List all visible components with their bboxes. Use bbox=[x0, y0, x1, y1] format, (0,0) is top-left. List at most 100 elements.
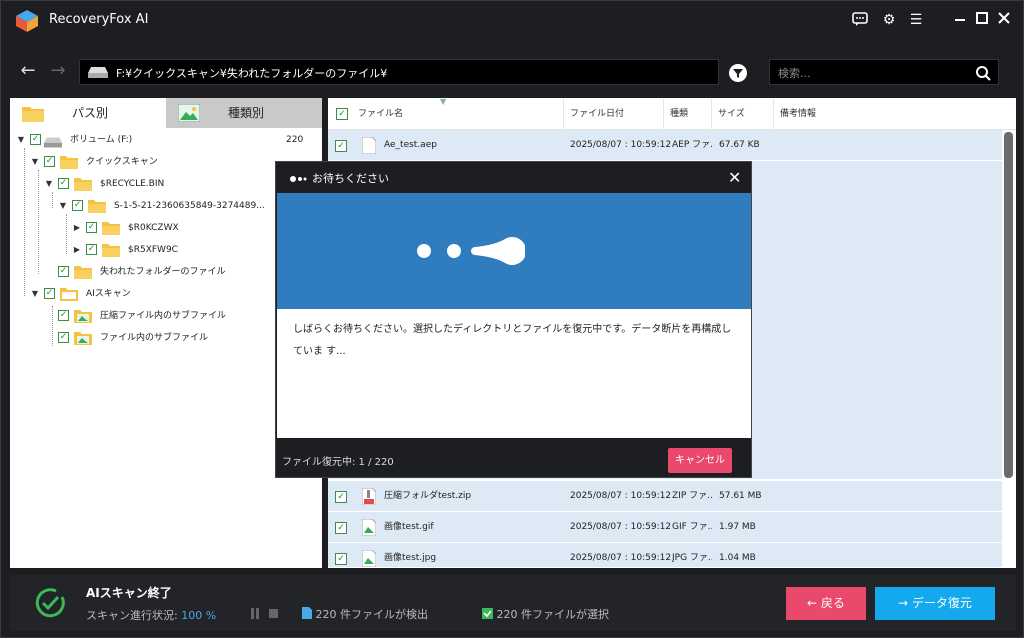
folder-icon bbox=[22, 107, 44, 122]
checkbox[interactable]: ✓ bbox=[44, 156, 55, 167]
row-checkbox[interactable]: ✓ bbox=[335, 522, 347, 534]
pause-icon[interactable] bbox=[250, 608, 260, 619]
gear-icon[interactable]: ⚙ bbox=[880, 11, 898, 29]
folder-icon bbox=[88, 200, 106, 213]
file-size: 1.04 MB bbox=[719, 553, 756, 563]
file-name: 画像test.jpg bbox=[384, 553, 437, 563]
search-icon[interactable] bbox=[974, 64, 992, 82]
nav-bar: ← → F:¥クイックスキャン¥失われたフォルダーのファイル¥ bbox=[1, 53, 1023, 93]
checkbox[interactable]: ✓ bbox=[58, 332, 69, 343]
caret-down-icon[interactable]: ▼ bbox=[44, 174, 54, 194]
checkbox[interactable]: ✓ bbox=[44, 288, 55, 299]
caret-down-icon[interactable]: ▼ bbox=[30, 284, 40, 304]
row-checkbox[interactable]: ✓ bbox=[335, 553, 347, 565]
dialog-close-icon[interactable]: ✕ bbox=[728, 168, 741, 187]
path-box[interactable]: F:¥クイックスキャン¥失われたフォルダーのファイル¥ bbox=[79, 59, 719, 85]
stop-icon[interactable] bbox=[269, 609, 278, 618]
tab-by-path[interactable]: パス別 bbox=[10, 98, 166, 128]
minimize-icon[interactable] bbox=[951, 11, 969, 29]
checkbox[interactable]: ✓ bbox=[72, 200, 83, 211]
select-all-checkbox[interactable]: ✓ bbox=[336, 108, 348, 120]
close-icon[interactable] bbox=[995, 11, 1013, 29]
app-window: RecoveryFox AI ⚙ ☰ ← → F:¥クイックスキャン¥失われたフ… bbox=[0, 0, 1024, 638]
restore-dialog: お待ちください ✕ しばらくお待ちください。選択したディレクトリとファイルを復元… bbox=[275, 161, 752, 478]
tree-label: AIスキャン bbox=[86, 289, 131, 299]
column-header-size[interactable]: サイズ bbox=[712, 98, 774, 130]
tree-label: $RECYCLE.BIN bbox=[100, 179, 165, 189]
file-date: 2025/08/07 : 10:59:12 bbox=[570, 553, 672, 563]
tree-count: 220 bbox=[286, 135, 304, 145]
filter-icon[interactable] bbox=[729, 64, 747, 82]
tree-label: 圧縮ファイル内のサブファイル bbox=[100, 311, 227, 321]
checkbox[interactable]: ✓ bbox=[58, 178, 69, 189]
table-row[interactable]: ✓ 圧縮フォルダtest.zip 2025/08/07 : 10:59:12 Z… bbox=[328, 481, 1002, 512]
file-size: 57.61 MB bbox=[719, 491, 762, 501]
search-input[interactable] bbox=[778, 64, 968, 82]
checkbox[interactable]: ✓ bbox=[58, 310, 69, 321]
table-row[interactable]: ✓ 画像test.jpg 2025/08/07 : 10:59:12 JPG フ… bbox=[328, 543, 1002, 568]
folder-icon bbox=[102, 222, 120, 235]
drive-icon bbox=[88, 67, 108, 78]
tree-label: ファイル内のサブファイル bbox=[100, 333, 209, 343]
arrow-left-icon: ← bbox=[807, 596, 821, 610]
column-header-date[interactable]: ファイル日付 bbox=[564, 98, 664, 130]
image-folder-icon bbox=[74, 332, 92, 345]
file-name: 圧縮フォルダtest.zip bbox=[384, 491, 472, 501]
cancel-button[interactable]: キャンセル bbox=[668, 448, 732, 473]
file-size: 1.97 MB bbox=[719, 522, 756, 532]
checkbox[interactable]: ✓ bbox=[86, 244, 97, 255]
folder-icon bbox=[74, 266, 92, 279]
tree-label: ボリューム (F:) bbox=[70, 135, 133, 145]
column-header-name[interactable]: ファイル名 bbox=[352, 98, 564, 130]
file-date: 2025/08/07 : 10:59:12 bbox=[570, 522, 672, 532]
folder-icon bbox=[60, 156, 78, 169]
caret-right-icon[interactable]: ▶ bbox=[72, 240, 82, 260]
tree-label: $R0KCZWX bbox=[128, 223, 179, 233]
tree-label: クイックスキャン bbox=[86, 157, 158, 167]
loading-dots-icon bbox=[290, 176, 307, 182]
table-row[interactable]: ✓ Ae_test.aep 2025/08/07 : 10:59:12 AEP … bbox=[328, 130, 1002, 161]
tab-by-type-label: 種類別 bbox=[228, 106, 265, 120]
back-button-label: 戻る bbox=[820, 596, 845, 610]
files-found-text: 220 件ファイルが検出 bbox=[315, 608, 429, 621]
caret-down-icon[interactable]: ▼ bbox=[16, 130, 26, 150]
file-size: 67.67 KB bbox=[719, 140, 760, 150]
file-type: AEP ファ... bbox=[672, 140, 712, 150]
feedback-icon[interactable] bbox=[851, 11, 869, 29]
scan-progress-percent: 100 % bbox=[181, 609, 217, 622]
status-bar: AIスキャン終了 スキャン進行状況: 100 % 220 件ファイルが検出 22… bbox=[10, 575, 1016, 631]
table-row[interactable]: ✓ 画像test.gif 2025/08/07 : 10:59:12 GIF フ… bbox=[328, 512, 1002, 543]
scan-done-label: AIスキャン終了 bbox=[86, 586, 172, 600]
column-header-type[interactable]: 種類 bbox=[664, 98, 712, 130]
column-header-notes[interactable]: 備考情報 bbox=[774, 98, 1002, 130]
menu-icon[interactable]: ☰ bbox=[907, 11, 925, 29]
scrollbar[interactable] bbox=[1004, 132, 1013, 478]
check-circle-icon bbox=[35, 588, 65, 618]
caret-down-icon[interactable]: ▼ bbox=[30, 152, 40, 172]
checkbox[interactable]: ✓ bbox=[58, 266, 69, 277]
maximize-icon[interactable] bbox=[973, 11, 991, 29]
file-type: ZIP ファ... bbox=[672, 491, 712, 501]
caret-down-icon[interactable]: ▼ bbox=[58, 196, 68, 216]
forward-arrow-icon[interactable]: → bbox=[47, 59, 69, 83]
row-checkbox[interactable]: ✓ bbox=[335, 140, 347, 152]
back-button[interactable]: ← 戻る bbox=[786, 587, 866, 620]
folder-icon bbox=[74, 178, 92, 191]
file-date: 2025/08/07 : 10:59:12 bbox=[570, 491, 672, 501]
app-title: RecoveryFox AI bbox=[49, 12, 149, 27]
checkbox[interactable]: ✓ bbox=[30, 134, 41, 145]
drive-icon bbox=[44, 137, 62, 148]
back-arrow-icon[interactable]: ← bbox=[17, 59, 39, 83]
tree-item-volume[interactable]: ▼ ✓ ボリューム (F:) 220 bbox=[10, 130, 322, 150]
tab-by-type[interactable]: 種類別 bbox=[166, 98, 322, 128]
recover-button[interactable]: → データ復元 bbox=[875, 587, 995, 620]
files-selected-text: 220 件ファイルが選択 bbox=[496, 608, 610, 621]
row-checkbox[interactable]: ✓ bbox=[335, 491, 347, 503]
checkbox[interactable]: ✓ bbox=[86, 222, 97, 233]
file-date: 2025/08/07 : 10:59:12 bbox=[570, 140, 672, 150]
image-file-icon bbox=[362, 550, 376, 567]
restore-progress-text: ファイル復元中: 1 / 220 bbox=[282, 457, 394, 468]
file-type: JPG ファ... bbox=[672, 553, 712, 563]
caret-right-icon[interactable]: ▶ bbox=[72, 218, 82, 238]
folder-icon bbox=[102, 244, 120, 257]
